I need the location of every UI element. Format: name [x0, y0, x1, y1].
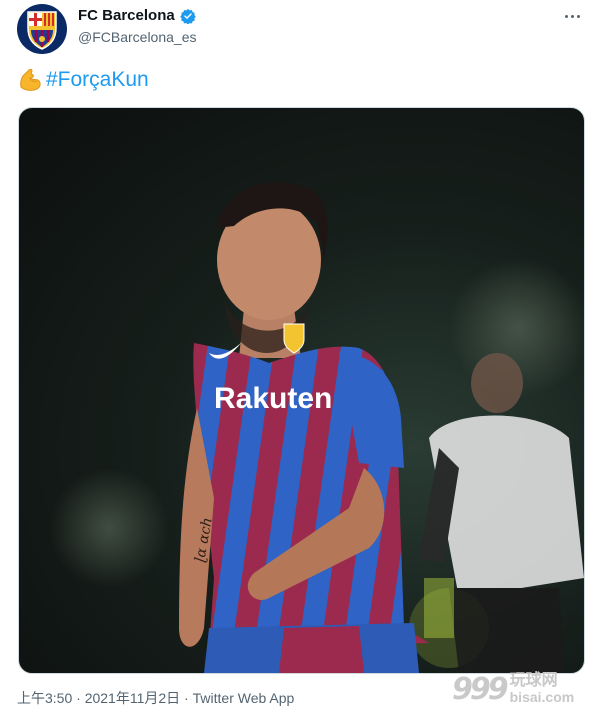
name-row: FC Barcelona: [78, 7, 196, 25]
display-name[interactable]: FC Barcelona: [78, 7, 175, 25]
tweet-text: #ForçaKun: [17, 66, 149, 94]
fc-barcelona-crest-icon: [27, 11, 57, 50]
tweet-meta: 上午3:50 · 2021年11月2日 · Twitter Web App: [17, 689, 294, 707]
tweet-source[interactable]: Twitter Web App: [193, 690, 295, 706]
main-player: Rakuten ɭɑ ɑch: [179, 182, 429, 673]
photo-illustration: Rakuten ɭɑ ɑch: [49, 182, 584, 673]
flexed-biceps-icon: [20, 68, 41, 91]
watermark-logo: 999: [452, 671, 509, 707]
tweet-photo[interactable]: Rakuten ɭɑ ɑch: [18, 107, 585, 674]
sponsor-text: Rakuten: [214, 382, 332, 415]
account-handle[interactable]: @FCBarcelona_es: [78, 28, 197, 46]
tweet-time[interactable]: 上午3:50: [17, 690, 72, 706]
meta-separator: ·: [180, 690, 193, 706]
tweet-date[interactable]: 2021年11月2日: [85, 690, 180, 706]
watermark-domain: bisai.com: [509, 689, 575, 705]
avatar[interactable]: [17, 4, 67, 54]
hashtag-link[interactable]: #ForçaKun: [46, 66, 149, 94]
watermark-text: 玩球网 bisai.com: [509, 672, 575, 706]
more-dot-icon: [570, 14, 574, 18]
background-player: [419, 353, 584, 673]
tweet: FC Barcelona @FCBarcelona_es #ForçaKun R…: [0, 0, 598, 713]
more-dot-icon: [576, 14, 580, 18]
watermark: 999 玩球网 bisai.com: [452, 667, 592, 711]
watermark-chinese: 玩球网: [509, 672, 558, 689]
verified-badge-icon: [179, 8, 196, 24]
more-dot-icon: [564, 14, 568, 18]
more-options-button[interactable]: [560, 6, 584, 26]
meta-separator: ·: [72, 690, 85, 706]
